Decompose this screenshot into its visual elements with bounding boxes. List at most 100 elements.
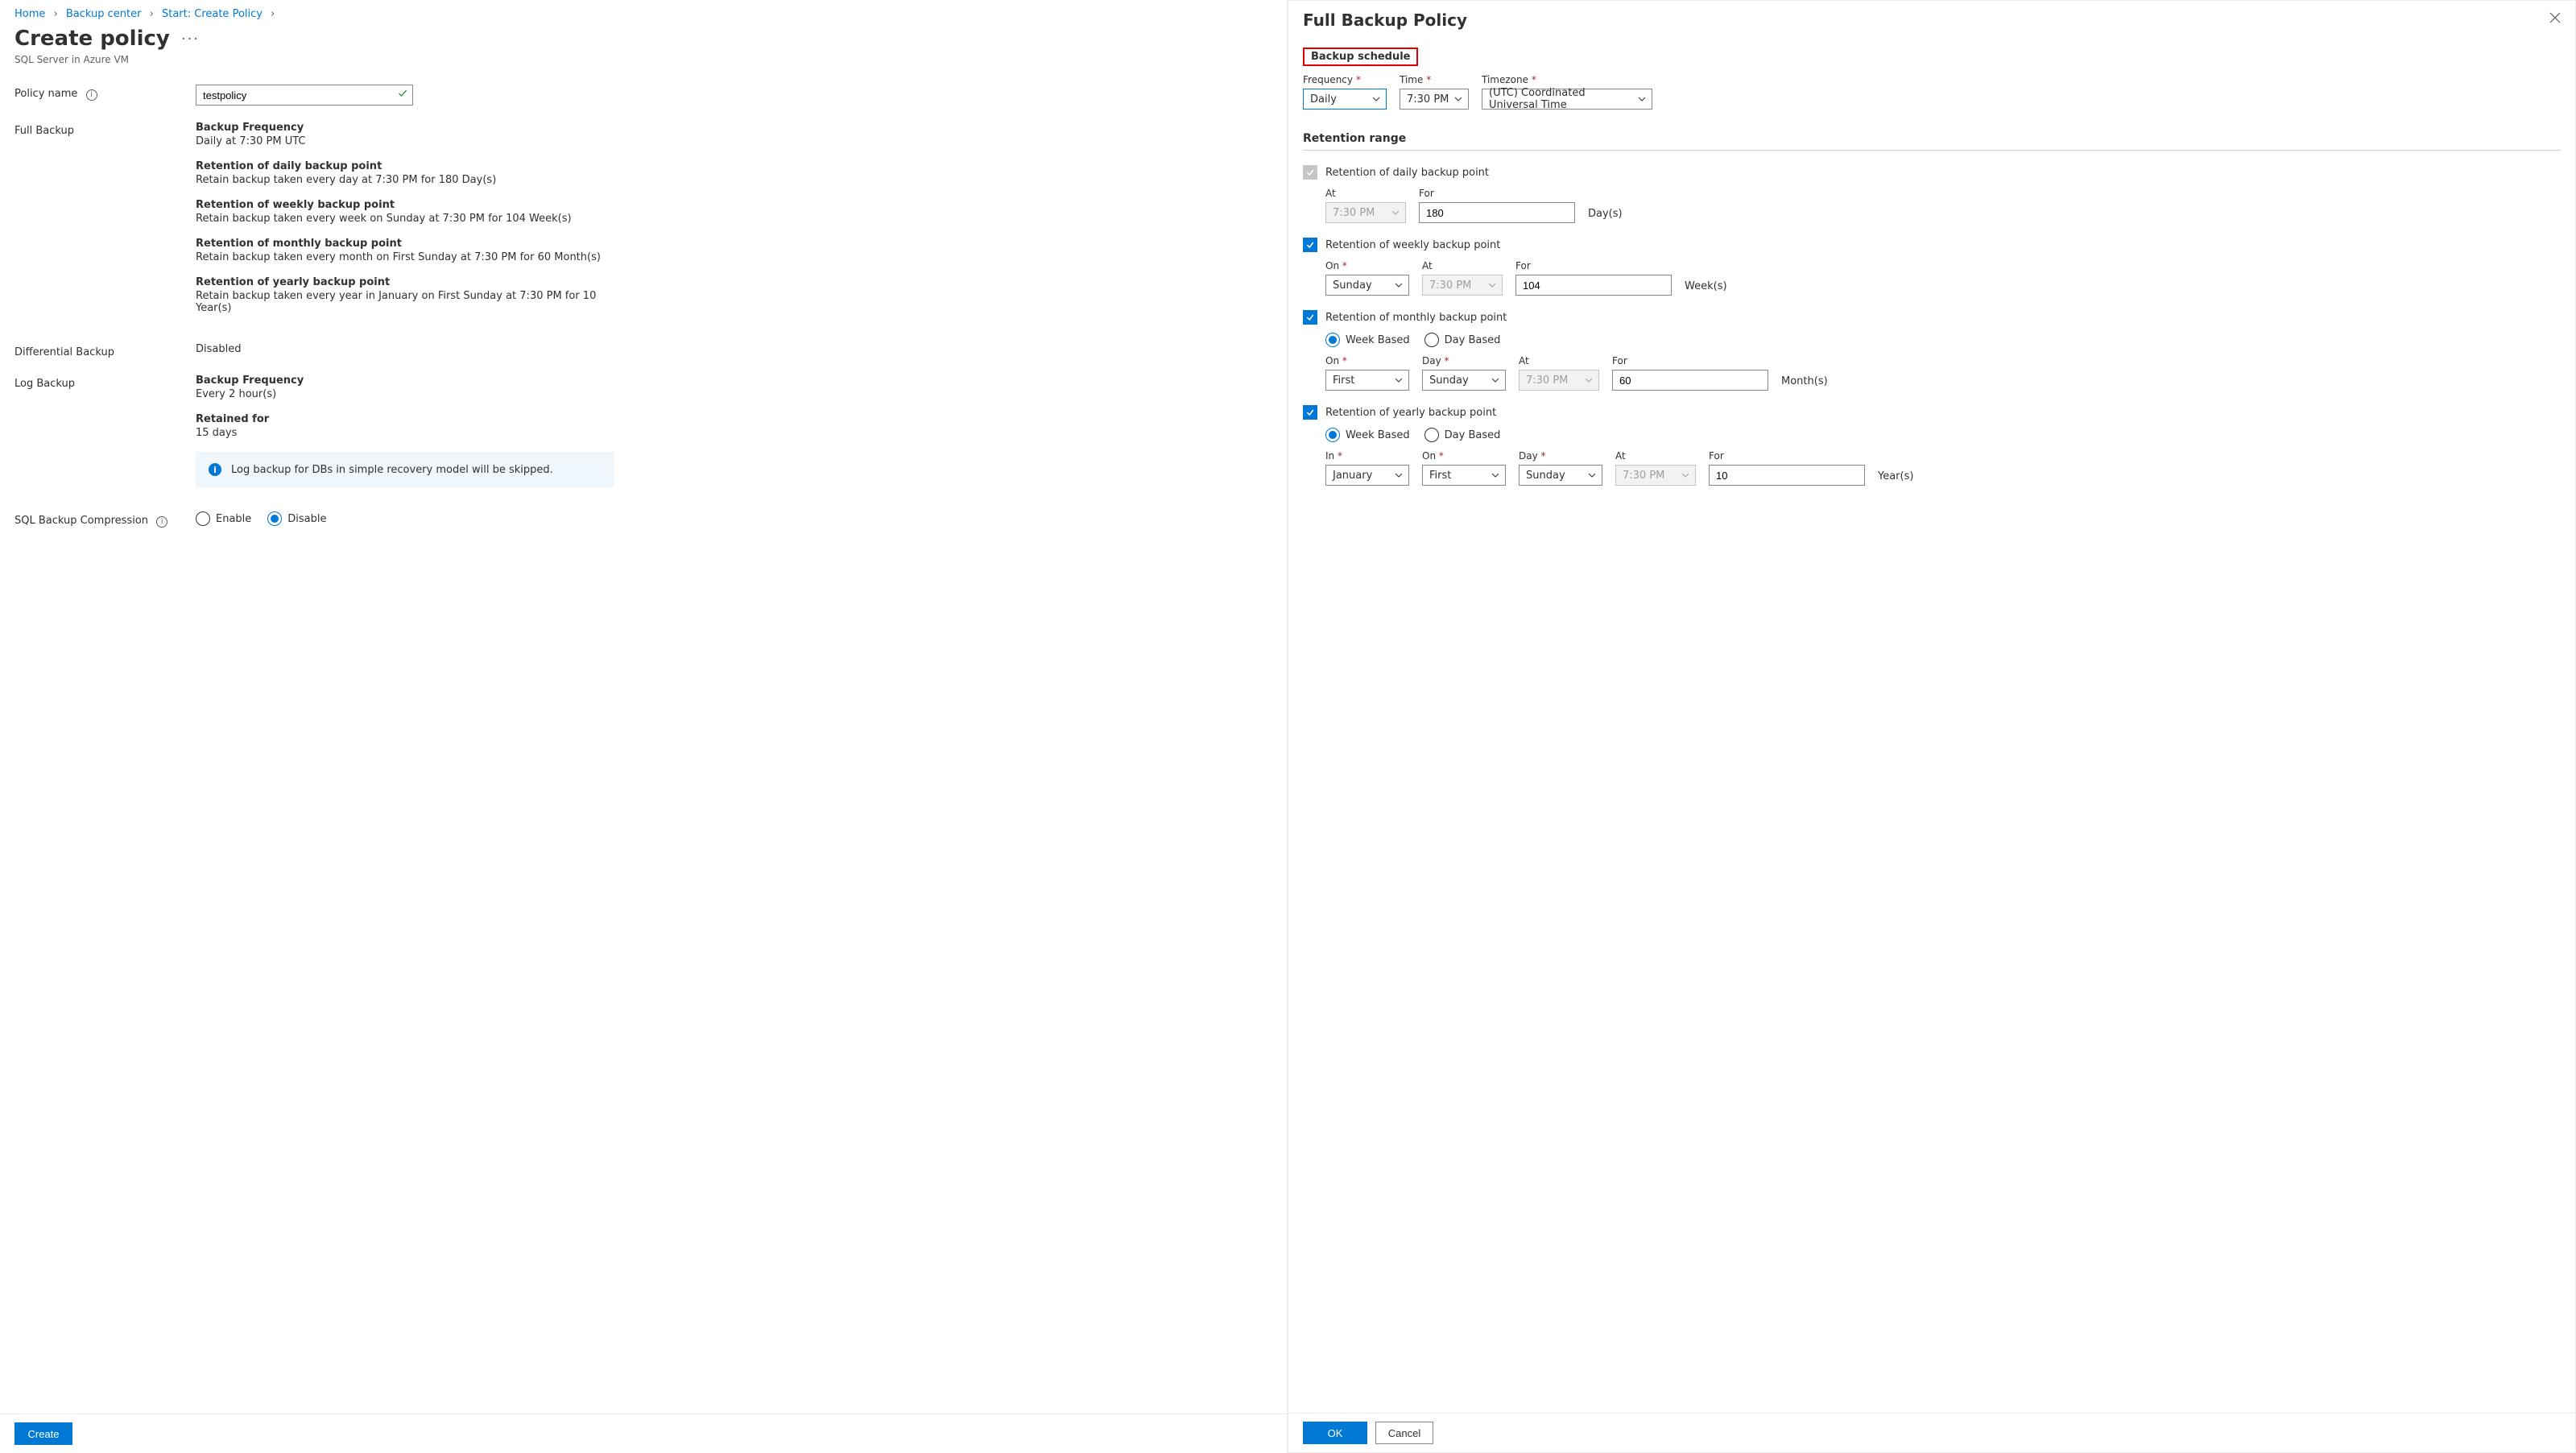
retention-range-heading: Retention range: [1303, 132, 2561, 151]
chevron-right-icon: ›: [271, 8, 275, 20]
breadcrumb-backup-center[interactable]: Backup center: [66, 8, 142, 20]
checkbox-monthly-retention[interactable]: [1303, 310, 1317, 325]
full-backup-freq-value: Daily at 7:30 PM UTC: [196, 135, 614, 147]
daily-for-input[interactable]: [1419, 202, 1575, 223]
monthly-for-input[interactable]: [1612, 370, 1768, 391]
label-monthly-day: Day *: [1422, 355, 1506, 366]
daily-unit: Day(s): [1588, 188, 1623, 223]
log-backup-ret-value: 15 days: [196, 427, 614, 439]
weekly-on-select[interactable]: Sunday: [1325, 275, 1409, 296]
checkbox-yearly-retention[interactable]: [1303, 405, 1317, 420]
radio-icon: [1325, 428, 1340, 442]
chevron-down-icon: [1584, 375, 1594, 388]
chevron-down-icon: [1491, 470, 1500, 483]
daily-retention-value: Retain backup taken every day at 7:30 PM…: [196, 174, 614, 186]
ok-button[interactable]: OK: [1303, 1422, 1367, 1444]
breadcrumb-home[interactable]: Home: [14, 8, 45, 20]
label-policy-name: Policy name i: [14, 85, 196, 101]
close-button[interactable]: [2549, 10, 2561, 27]
page-subtitle: SQL Server in Azure VM: [0, 54, 1287, 77]
page-title: Create policy: [14, 27, 170, 51]
daily-at-select: 7:30 PM: [1325, 202, 1406, 223]
create-button[interactable]: Create: [14, 1422, 72, 1445]
cancel-button[interactable]: Cancel: [1375, 1422, 1433, 1444]
label-timezone: Timezone *: [1482, 74, 1652, 85]
label-monthly-for: For: [1612, 355, 1768, 366]
chevron-down-icon: [1391, 208, 1400, 221]
log-backup-freq-value: Every 2 hour(s): [196, 388, 614, 400]
yearly-in-select[interactable]: January: [1325, 465, 1409, 486]
radio-yearly-day-based[interactable]: Day Based: [1424, 428, 1501, 442]
log-backup-ret-title: Retained for: [196, 413, 614, 425]
radio-icon: [1424, 333, 1439, 347]
yearly-retention-title: Retention of yearly backup point: [196, 276, 614, 288]
checkmark-icon: [398, 89, 407, 101]
chevron-down-icon: [1487, 280, 1497, 293]
chevron-down-icon: [1637, 94, 1647, 107]
info-icon: i: [209, 463, 221, 476]
chevron-down-icon: [1453, 94, 1463, 107]
radio-icon: [196, 511, 210, 526]
yearly-at-select: 7:30 PM: [1615, 465, 1696, 486]
info-banner-text: Log backup for DBs in simple recovery mo…: [231, 464, 553, 476]
chevron-down-icon: [1394, 470, 1404, 483]
label-monthly-at: At: [1519, 355, 1599, 366]
radio-yearly-week-based[interactable]: Week Based: [1325, 428, 1410, 442]
weekly-at-select: 7:30 PM: [1422, 275, 1503, 296]
time-select[interactable]: 7:30 PM: [1400, 89, 1469, 110]
yearly-retention-value: Retain backup taken every year in Januar…: [196, 290, 614, 314]
checkbox-weekly-retention[interactable]: [1303, 238, 1317, 252]
label-daily-for: For: [1419, 188, 1575, 199]
label-yearly-day: Day *: [1519, 450, 1602, 462]
yearly-on-select[interactable]: First: [1422, 465, 1506, 486]
label-frequency: Frequency *: [1303, 74, 1387, 85]
panel-title: Full Backup Policy: [1303, 10, 1467, 30]
radio-icon: [1424, 428, 1439, 442]
radio-icon: [1325, 333, 1340, 347]
weekly-unit: Week(s): [1685, 260, 1727, 296]
policy-name-input[interactable]: [196, 85, 413, 106]
radio-disable-compression[interactable]: Disable: [267, 511, 326, 526]
label-sql-compression: SQL Backup Compression i: [14, 511, 196, 528]
label-full-backup: Full Backup: [14, 122, 196, 137]
chevron-right-icon: ›: [150, 8, 154, 20]
backup-schedule-heading: Backup schedule: [1303, 48, 1418, 66]
yearly-day-select[interactable]: Sunday: [1519, 465, 1602, 486]
weekly-retention-value: Retain backup taken every week on Sunday…: [196, 213, 614, 225]
label-weekly-on: On *: [1325, 260, 1409, 271]
radio-enable-compression[interactable]: Enable: [196, 511, 251, 526]
monthly-day-select[interactable]: Sunday: [1422, 370, 1506, 391]
yearly-retention-label: Retention of yearly backup point: [1325, 407, 1496, 419]
label-weekly-for: For: [1515, 260, 1672, 271]
yearly-for-input[interactable]: [1709, 465, 1865, 486]
monthly-unit: Month(s): [1781, 355, 1828, 391]
more-options-button[interactable]: ···: [181, 31, 200, 48]
label-yearly-in: In *: [1325, 450, 1409, 462]
breadcrumb-start-create-policy[interactable]: Start: Create Policy: [162, 8, 263, 20]
label-daily-at: At: [1325, 188, 1406, 199]
chevron-down-icon: [1371, 94, 1381, 107]
weekly-retention-title: Retention of weekly backup point: [196, 199, 614, 211]
monthly-on-select[interactable]: First: [1325, 370, 1409, 391]
chevron-down-icon: [1491, 375, 1500, 388]
monthly-retention-label: Retention of monthly backup point: [1325, 312, 1507, 324]
label-yearly-for: For: [1709, 450, 1865, 462]
chevron-right-icon: ›: [54, 8, 58, 20]
info-icon[interactable]: i: [156, 516, 167, 528]
chevron-down-icon: [1681, 470, 1690, 483]
info-icon[interactable]: i: [86, 89, 97, 101]
label-yearly-on: On *: [1422, 450, 1506, 462]
label-monthly-on: On *: [1325, 355, 1409, 366]
radio-icon: [267, 511, 282, 526]
monthly-retention-title: Retention of monthly backup point: [196, 238, 614, 250]
label-weekly-at: At: [1422, 260, 1503, 271]
monthly-retention-value: Retain backup taken every month on First…: [196, 251, 614, 263]
info-banner: i Log backup for DBs in simple recovery …: [196, 452, 614, 487]
timezone-select[interactable]: (UTC) Coordinated Universal Time: [1482, 89, 1652, 110]
weekly-for-input[interactable]: [1515, 275, 1672, 296]
frequency-select[interactable]: Daily: [1303, 89, 1387, 110]
radio-monthly-day-based[interactable]: Day Based: [1424, 333, 1501, 347]
full-backup-freq-title: Backup Frequency: [196, 122, 614, 134]
checkbox-daily-retention: [1303, 165, 1317, 180]
radio-monthly-week-based[interactable]: Week Based: [1325, 333, 1410, 347]
